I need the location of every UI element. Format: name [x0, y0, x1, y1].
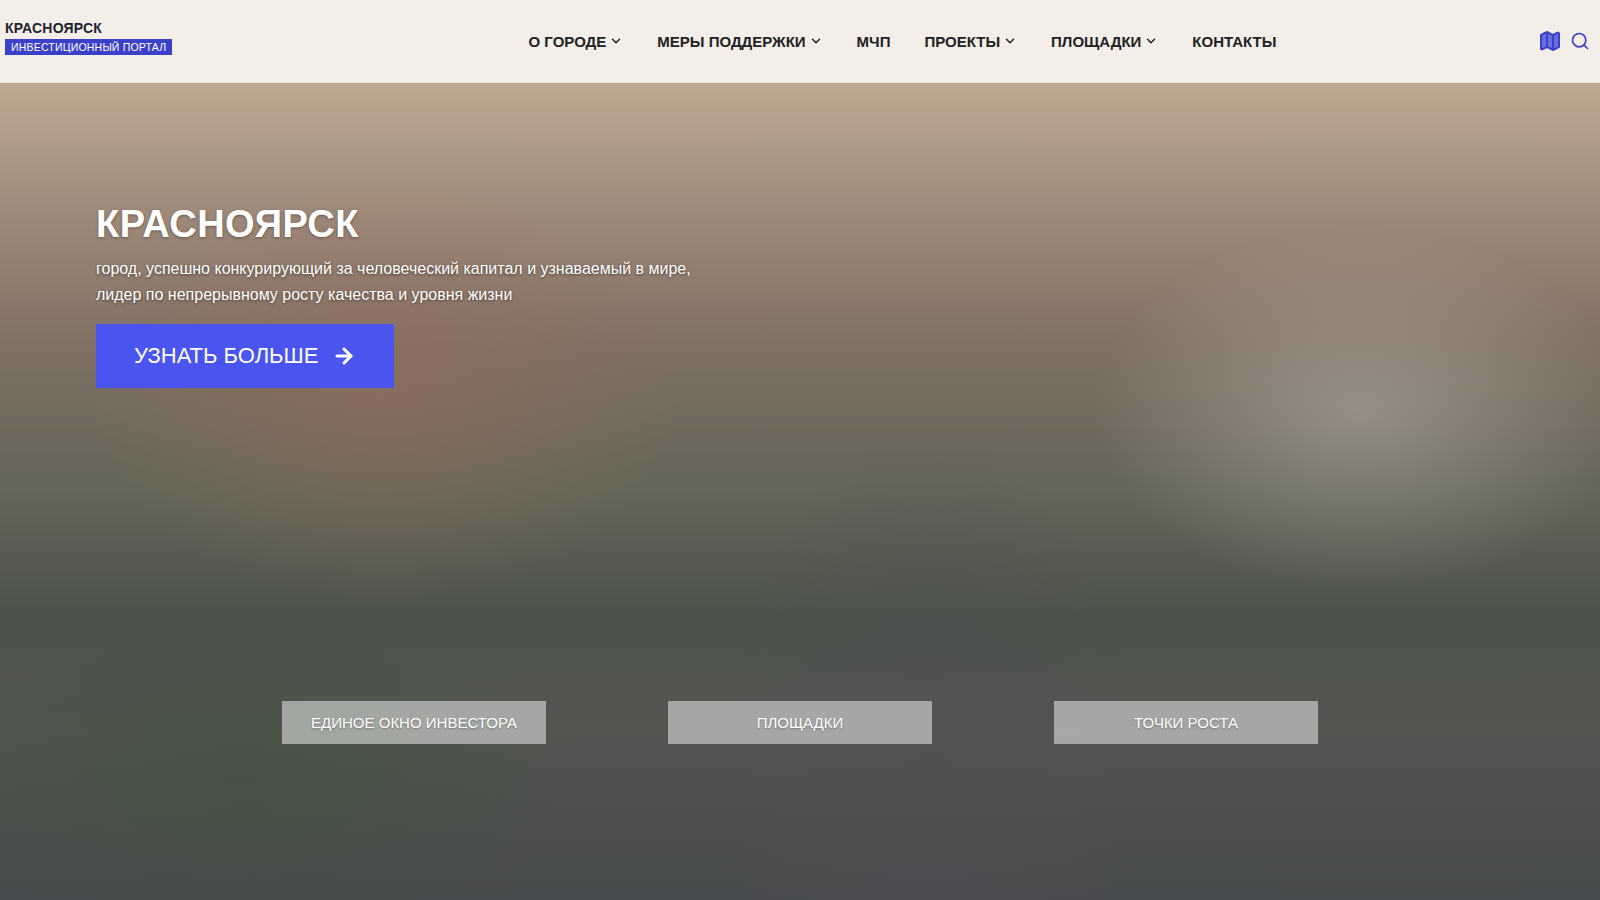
hero-subtitle: город, успешно конкурирующий за человече…: [96, 256, 1600, 308]
nav-item[interactable]: ПРОЕКТЫ: [924, 33, 1017, 50]
logo-title: КРАСНОЯРСК: [5, 20, 102, 36]
hero-title: КРАСНОЯРСК: [96, 203, 1600, 246]
hero: КРАСНОЯРСК город, успешно конкурирующий з…: [0, 83, 1600, 900]
quick-link-button[interactable]: ТОЧКИ РОСТА: [1054, 701, 1318, 744]
chevron-down-icon: [1003, 34, 1017, 48]
quick-link-button[interactable]: ЕДИНОЕ ОКНО ИНВЕСТОРА: [282, 701, 546, 744]
search-icon[interactable]: [1570, 31, 1590, 51]
main-nav: О ГОРОДЕ МЕРЫ ПОДДЕРЖКИ МЧП ПРОЕКТЫ ПЛОЩАДКИ…: [275, 33, 1530, 50]
header: КРАСНОЯРСК ИНВЕСТИЦИОННЫЙ ПОРТАЛ О ГОРОДЕ М…: [0, 0, 1600, 83]
arrow-right-icon: [332, 344, 356, 368]
chevron-down-icon: [609, 34, 623, 48]
chevron-down-icon: [1144, 34, 1158, 48]
logo-badge: ИНВЕСТИЦИОННЫЙ ПОРТАЛ: [5, 39, 172, 55]
map-icon[interactable]: [1538, 29, 1562, 53]
header-icons: [1530, 29, 1590, 53]
quick-links: ЕДИНОЕ ОКНО ИНВЕСТОРА ПЛОЩАДКИ ТОЧКИ РОСТА: [0, 701, 1600, 744]
nav-item[interactable]: МЧП: [857, 33, 891, 50]
learn-more-button[interactable]: УЗНАТЬ БОЛЬШЕ: [96, 324, 394, 388]
nav-item[interactable]: МЕРЫ ПОДДЕРЖКИ: [657, 33, 822, 50]
logo[interactable]: КРАСНОЯРСК ИНВЕСТИЦИОННЫЙ ПОРТАЛ: [5, 20, 225, 55]
nav-item[interactable]: КОНТАКТЫ: [1192, 33, 1276, 50]
nav-item[interactable]: О ГОРОДЕ: [529, 33, 624, 50]
chevron-down-icon: [809, 34, 823, 48]
page: КРАСНОЯРСК ИНВЕСТИЦИОННЫЙ ПОРТАЛ О ГОРОДЕ М…: [0, 0, 1600, 900]
nav-item[interactable]: ПЛОЩАДКИ: [1051, 33, 1158, 50]
hero-content: КРАСНОЯРСК город, успешно конкурирующий з…: [96, 203, 1600, 744]
quick-link-button[interactable]: ПЛОЩАДКИ: [668, 701, 932, 744]
